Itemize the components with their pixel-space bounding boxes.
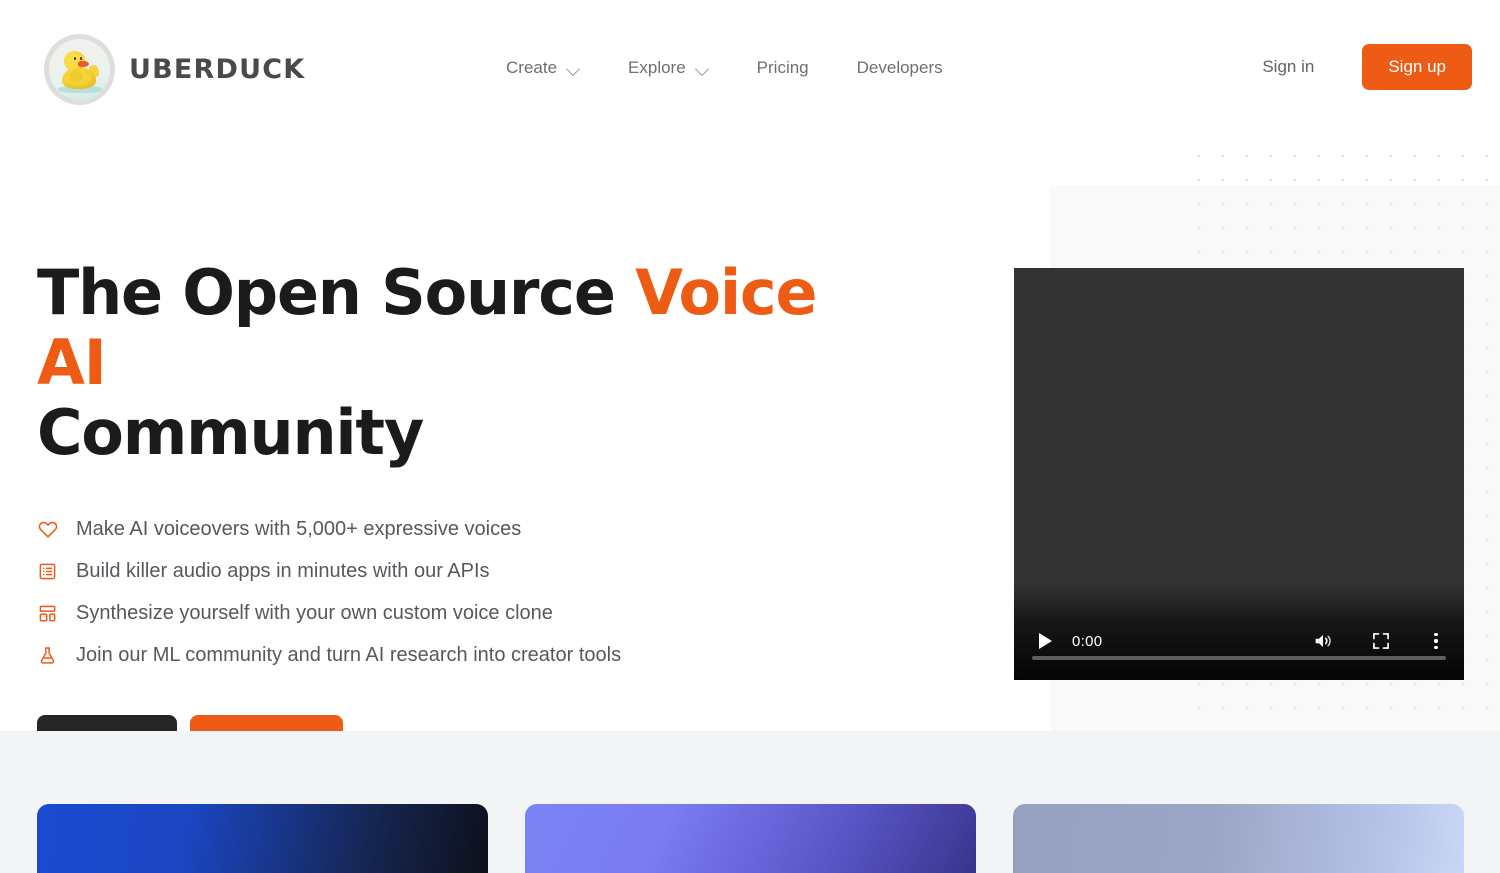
list-box-icon	[37, 561, 58, 582]
volume-icon[interactable]	[1310, 628, 1336, 654]
list-item-label: Join our ML community and turn AI resear…	[76, 644, 622, 667]
list-item-label: Synthesize yourself with your own custom…	[76, 602, 553, 625]
layout-dashboard-icon	[37, 603, 58, 624]
chevron-down-icon	[696, 64, 709, 72]
auth-actions: Sign in Sign up	[1262, 44, 1472, 90]
main-navigation: Create Explore Pricing Developers	[506, 54, 943, 82]
nav-item-pricing[interactable]: Pricing	[757, 54, 809, 82]
chevron-down-icon	[567, 64, 580, 72]
list-item: Synthesize yourself with your own custom…	[37, 592, 977, 634]
video-controls-bar: 0:00	[1014, 584, 1464, 680]
hero-content: The Open Source Voice AI Community Make A…	[37, 256, 977, 731]
video-progress-bar[interactable]	[1032, 656, 1446, 660]
nav-label-create: Create	[506, 58, 558, 77]
list-item-label: Make AI voiceovers with 5,000+ expressiv…	[76, 518, 522, 541]
brand-name: UBERDUCK	[129, 54, 306, 85]
page-root: UBERDUCK Create Explore Pricing Develope…	[0, 0, 1500, 873]
video-current-time: 0:00	[1072, 632, 1103, 650]
list-item: Join our ML community and turn AI resear…	[37, 634, 977, 676]
kebab-menu-icon[interactable]	[1426, 630, 1446, 652]
nav-item-create[interactable]: Create	[506, 54, 580, 82]
hero-feature-list: Make AI voiceovers with 5,000+ expressiv…	[37, 508, 977, 676]
nav-label-explore: Explore	[628, 58, 686, 77]
page-title: The Open Source Voice AI Community	[37, 256, 867, 470]
rubber-duck-icon	[44, 34, 115, 105]
video-controls-row: 0:00	[1014, 624, 1464, 658]
nav-item-explore[interactable]: Explore	[628, 54, 709, 82]
gradient-card-two[interactable]	[525, 804, 976, 873]
nav-label-pricing: Pricing	[756, 58, 809, 77]
list-item: Make AI voiceovers with 5,000+ expressiv…	[37, 508, 977, 550]
heart-icon	[37, 519, 58, 540]
sign-in-link[interactable]: Sign in	[1262, 57, 1314, 77]
cards-section	[0, 731, 1500, 873]
headline-text-lead: The Open Source	[37, 256, 636, 329]
gradient-card-three[interactable]	[1013, 804, 1464, 873]
nav-label-developers: Developers	[856, 58, 943, 77]
gradient-cards-row	[37, 804, 1464, 873]
play-icon[interactable]	[1032, 628, 1058, 654]
hero-video-player[interactable]: 0:00	[1014, 268, 1464, 680]
list-item: Build killer audio apps in minutes with …	[37, 550, 977, 592]
headline-text-tail: Community	[37, 396, 424, 470]
gradient-card-one[interactable]	[37, 804, 488, 873]
flask-icon	[37, 645, 58, 666]
hero-cta-row: Get started Talk to Sales	[37, 715, 977, 731]
sign-up-button[interactable]: Sign up	[1362, 44, 1472, 90]
brand-logo-link[interactable]: UBERDUCK	[44, 34, 305, 105]
hero-section: UBERDUCK Create Explore Pricing Develope…	[0, 0, 1500, 731]
talk-to-sales-button[interactable]: Talk to Sales	[190, 715, 343, 731]
get-started-button[interactable]: Get started	[37, 715, 178, 731]
nav-item-developers[interactable]: Developers	[857, 54, 943, 82]
site-header: UBERDUCK Create Explore Pricing Develope…	[0, 0, 1500, 136]
list-item-label: Build killer audio apps in minutes with …	[76, 560, 490, 583]
fullscreen-icon[interactable]	[1370, 630, 1392, 652]
